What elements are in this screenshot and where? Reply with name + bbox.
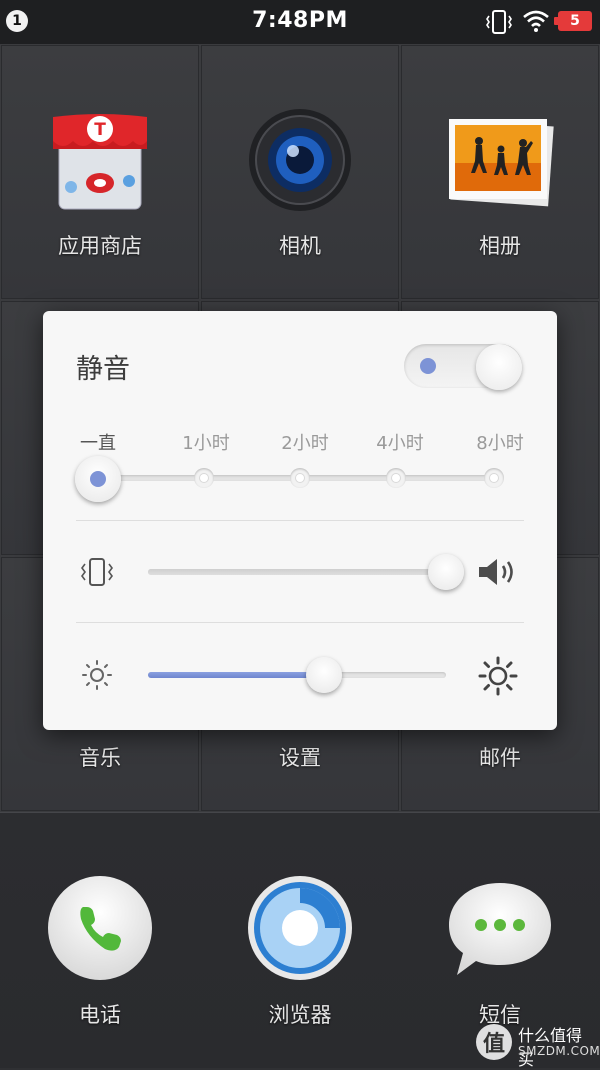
brightness-low-icon bbox=[82, 660, 112, 690]
dock-item-phone[interactable]: 电话 bbox=[0, 813, 200, 1068]
watermark: 值 什么值得买 SMZDM.COM bbox=[476, 1022, 600, 1069]
mute-label: 静音 bbox=[76, 354, 130, 385]
duration-option[interactable]: 一直 bbox=[80, 429, 116, 455]
app-cell-store[interactable]: T 应用商店 bbox=[1, 45, 199, 299]
brightness-slider-fill bbox=[148, 672, 324, 678]
watermark-sub: SMZDM.COM bbox=[518, 1044, 600, 1058]
app-cell-gallery[interactable]: 相册 bbox=[401, 45, 599, 299]
divider bbox=[76, 622, 524, 623]
app-cell-camera[interactable]: 相机 bbox=[201, 45, 399, 299]
duration-option[interactable]: 4小时 bbox=[376, 429, 423, 455]
dock-label: 电话 bbox=[79, 1003, 121, 1027]
duration-option[interactable]: 2小时 bbox=[281, 429, 328, 455]
app-store-icon: T bbox=[53, 114, 147, 210]
volume-slider-fill bbox=[148, 569, 446, 575]
app-label: 邮件 bbox=[479, 746, 521, 770]
camera-icon bbox=[249, 109, 351, 211]
battery-icon: 5 bbox=[554, 11, 592, 31]
vibrate-icon bbox=[486, 10, 512, 34]
mute-toggle[interactable] bbox=[404, 344, 522, 390]
svg-text:T: T bbox=[94, 120, 106, 140]
brightness-slider-track[interactable] bbox=[148, 672, 446, 678]
silent-mode-panel: 静音 一直 1小时 2小时 4小时 8小时 bbox=[43, 311, 557, 730]
brightness-high-icon bbox=[478, 656, 518, 696]
dock-label: 浏览器 bbox=[268, 1003, 332, 1027]
duration-stop[interactable] bbox=[386, 468, 406, 488]
duration-stop[interactable] bbox=[194, 468, 214, 488]
app-label: 应用商店 bbox=[58, 234, 142, 258]
app-label: 相机 bbox=[279, 234, 321, 258]
app-label: 音乐 bbox=[79, 746, 121, 770]
messages-icon bbox=[449, 883, 551, 975]
toggle-knob[interactable] bbox=[476, 344, 522, 390]
divider bbox=[76, 520, 524, 521]
duration-stop[interactable] bbox=[290, 468, 310, 488]
vibrate-icon bbox=[81, 558, 113, 586]
duration-slider-knob[interactable] bbox=[75, 456, 121, 502]
phone-icon bbox=[48, 876, 152, 980]
duration-option[interactable]: 1小时 bbox=[182, 429, 229, 455]
status-bar: 1 7:48PM 5 bbox=[0, 0, 600, 44]
duration-stop[interactable] bbox=[484, 468, 504, 488]
duration-knob-dot bbox=[90, 471, 106, 487]
volume-slider-track[interactable] bbox=[148, 569, 446, 575]
speaker-icon[interactable] bbox=[477, 556, 521, 588]
dock-item-browser[interactable]: 浏览器 bbox=[200, 813, 400, 1068]
wifi-icon bbox=[523, 10, 549, 32]
toggle-indicator bbox=[420, 358, 436, 374]
app-label: 设置 bbox=[279, 746, 321, 770]
watermark-logo: 值 bbox=[476, 1024, 512, 1060]
app-label: 相册 bbox=[479, 234, 521, 258]
volume-slider-knob[interactable] bbox=[428, 554, 464, 590]
gallery-icon bbox=[449, 119, 554, 207]
browser-icon bbox=[248, 876, 352, 980]
duration-option[interactable]: 8小时 bbox=[476, 429, 523, 455]
brightness-slider-knob[interactable] bbox=[305, 657, 342, 693]
